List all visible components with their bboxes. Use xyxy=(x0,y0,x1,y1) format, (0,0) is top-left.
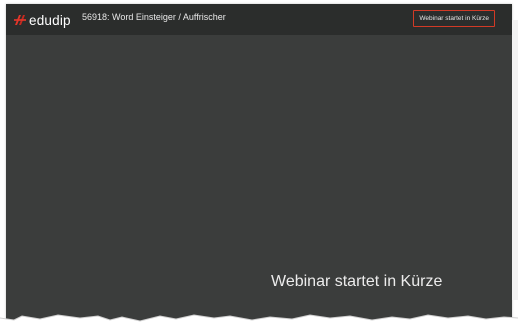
page-edge xyxy=(512,20,518,300)
torn-paper-edge xyxy=(0,314,518,329)
status-badge: Webinar startet in Kürze xyxy=(413,10,495,27)
brand-logo[interactable]: edudip xyxy=(13,10,71,30)
brand-name: edudip xyxy=(29,12,71,28)
stage-message: Webinar startet in Kürze xyxy=(271,273,443,290)
webinar-title: 56918: Word Einsteiger / Auffrischer xyxy=(82,12,226,22)
presentation-stage: Webinar startet in Kürze xyxy=(6,35,512,322)
edudip-logo-icon xyxy=(14,15,26,25)
webinar-window: edudip 56918: Word Einsteiger / Auffrisc… xyxy=(6,4,512,322)
top-bar: edudip 56918: Word Einsteiger / Auffrisc… xyxy=(6,4,512,35)
